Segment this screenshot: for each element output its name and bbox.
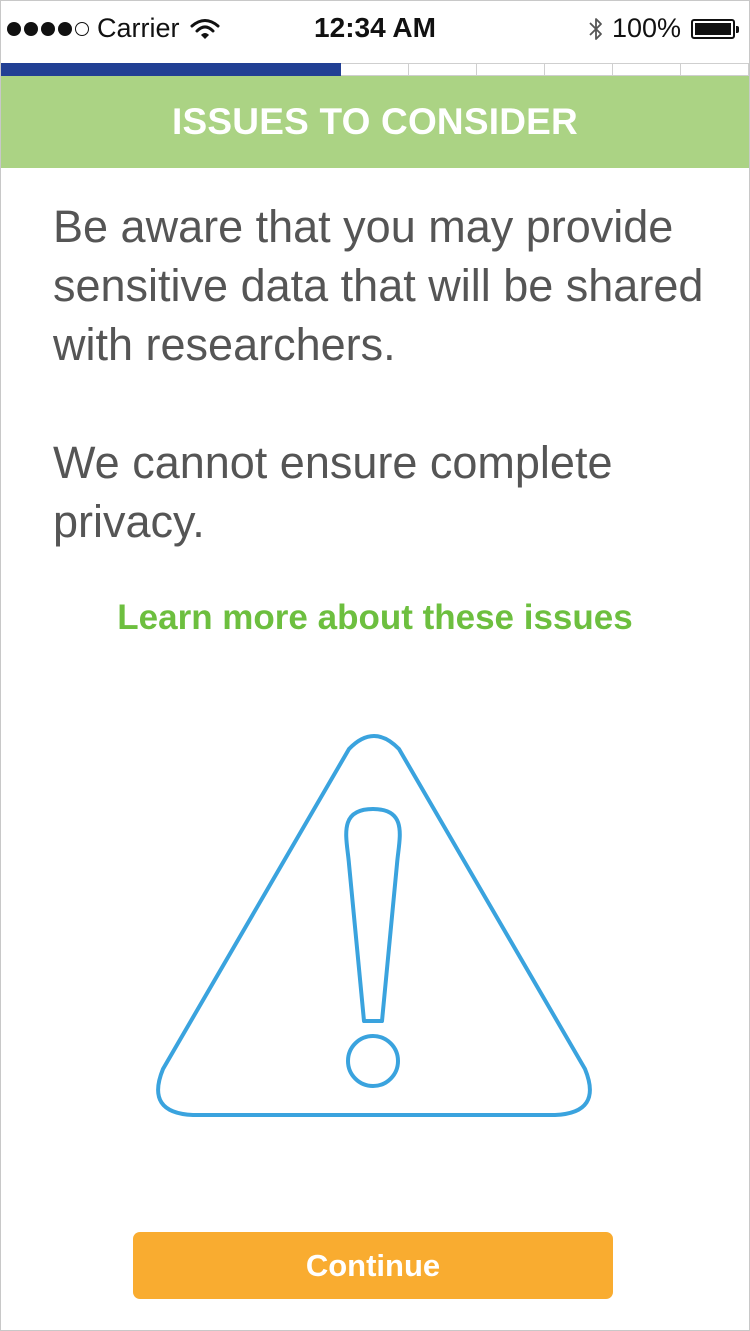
status-right: 100% [588,13,739,44]
progress-completed-segment [1,63,341,76]
progress-remaining-segment [545,63,613,76]
status-bar: Carrier 12:34 AM 100% [1,1,749,57]
page-header: ISSUES TO CONSIDER [1,76,749,168]
warning-triangle-icon [156,734,592,1117]
progress-remaining-segment [409,63,477,76]
progress-remaining-segment [477,63,545,76]
page-title: ISSUES TO CONSIDER [172,101,578,142]
issues-text: Be aware that you may provide sensitive … [53,197,723,551]
step-progress-bar [1,63,749,76]
privacy-paragraph: We cannot ensure complete privacy. [53,437,613,547]
progress-remaining-segment [681,63,749,76]
battery-percentage: 100% [611,13,681,43]
phone-screen: Carrier 12:34 AM 100% ISSUES TO CONSIDER… [0,0,750,1331]
sensitive-data-paragraph: Be aware that you may provide sensitive … [53,201,704,370]
progress-remaining-segment [341,63,409,76]
battery-icon [691,18,739,39]
progress-remaining-segment [613,63,681,76]
bluetooth-icon [589,17,602,40]
continue-button[interactable]: Continue [133,1232,613,1299]
learn-more-link[interactable]: Learn more about these issues [1,598,749,638]
